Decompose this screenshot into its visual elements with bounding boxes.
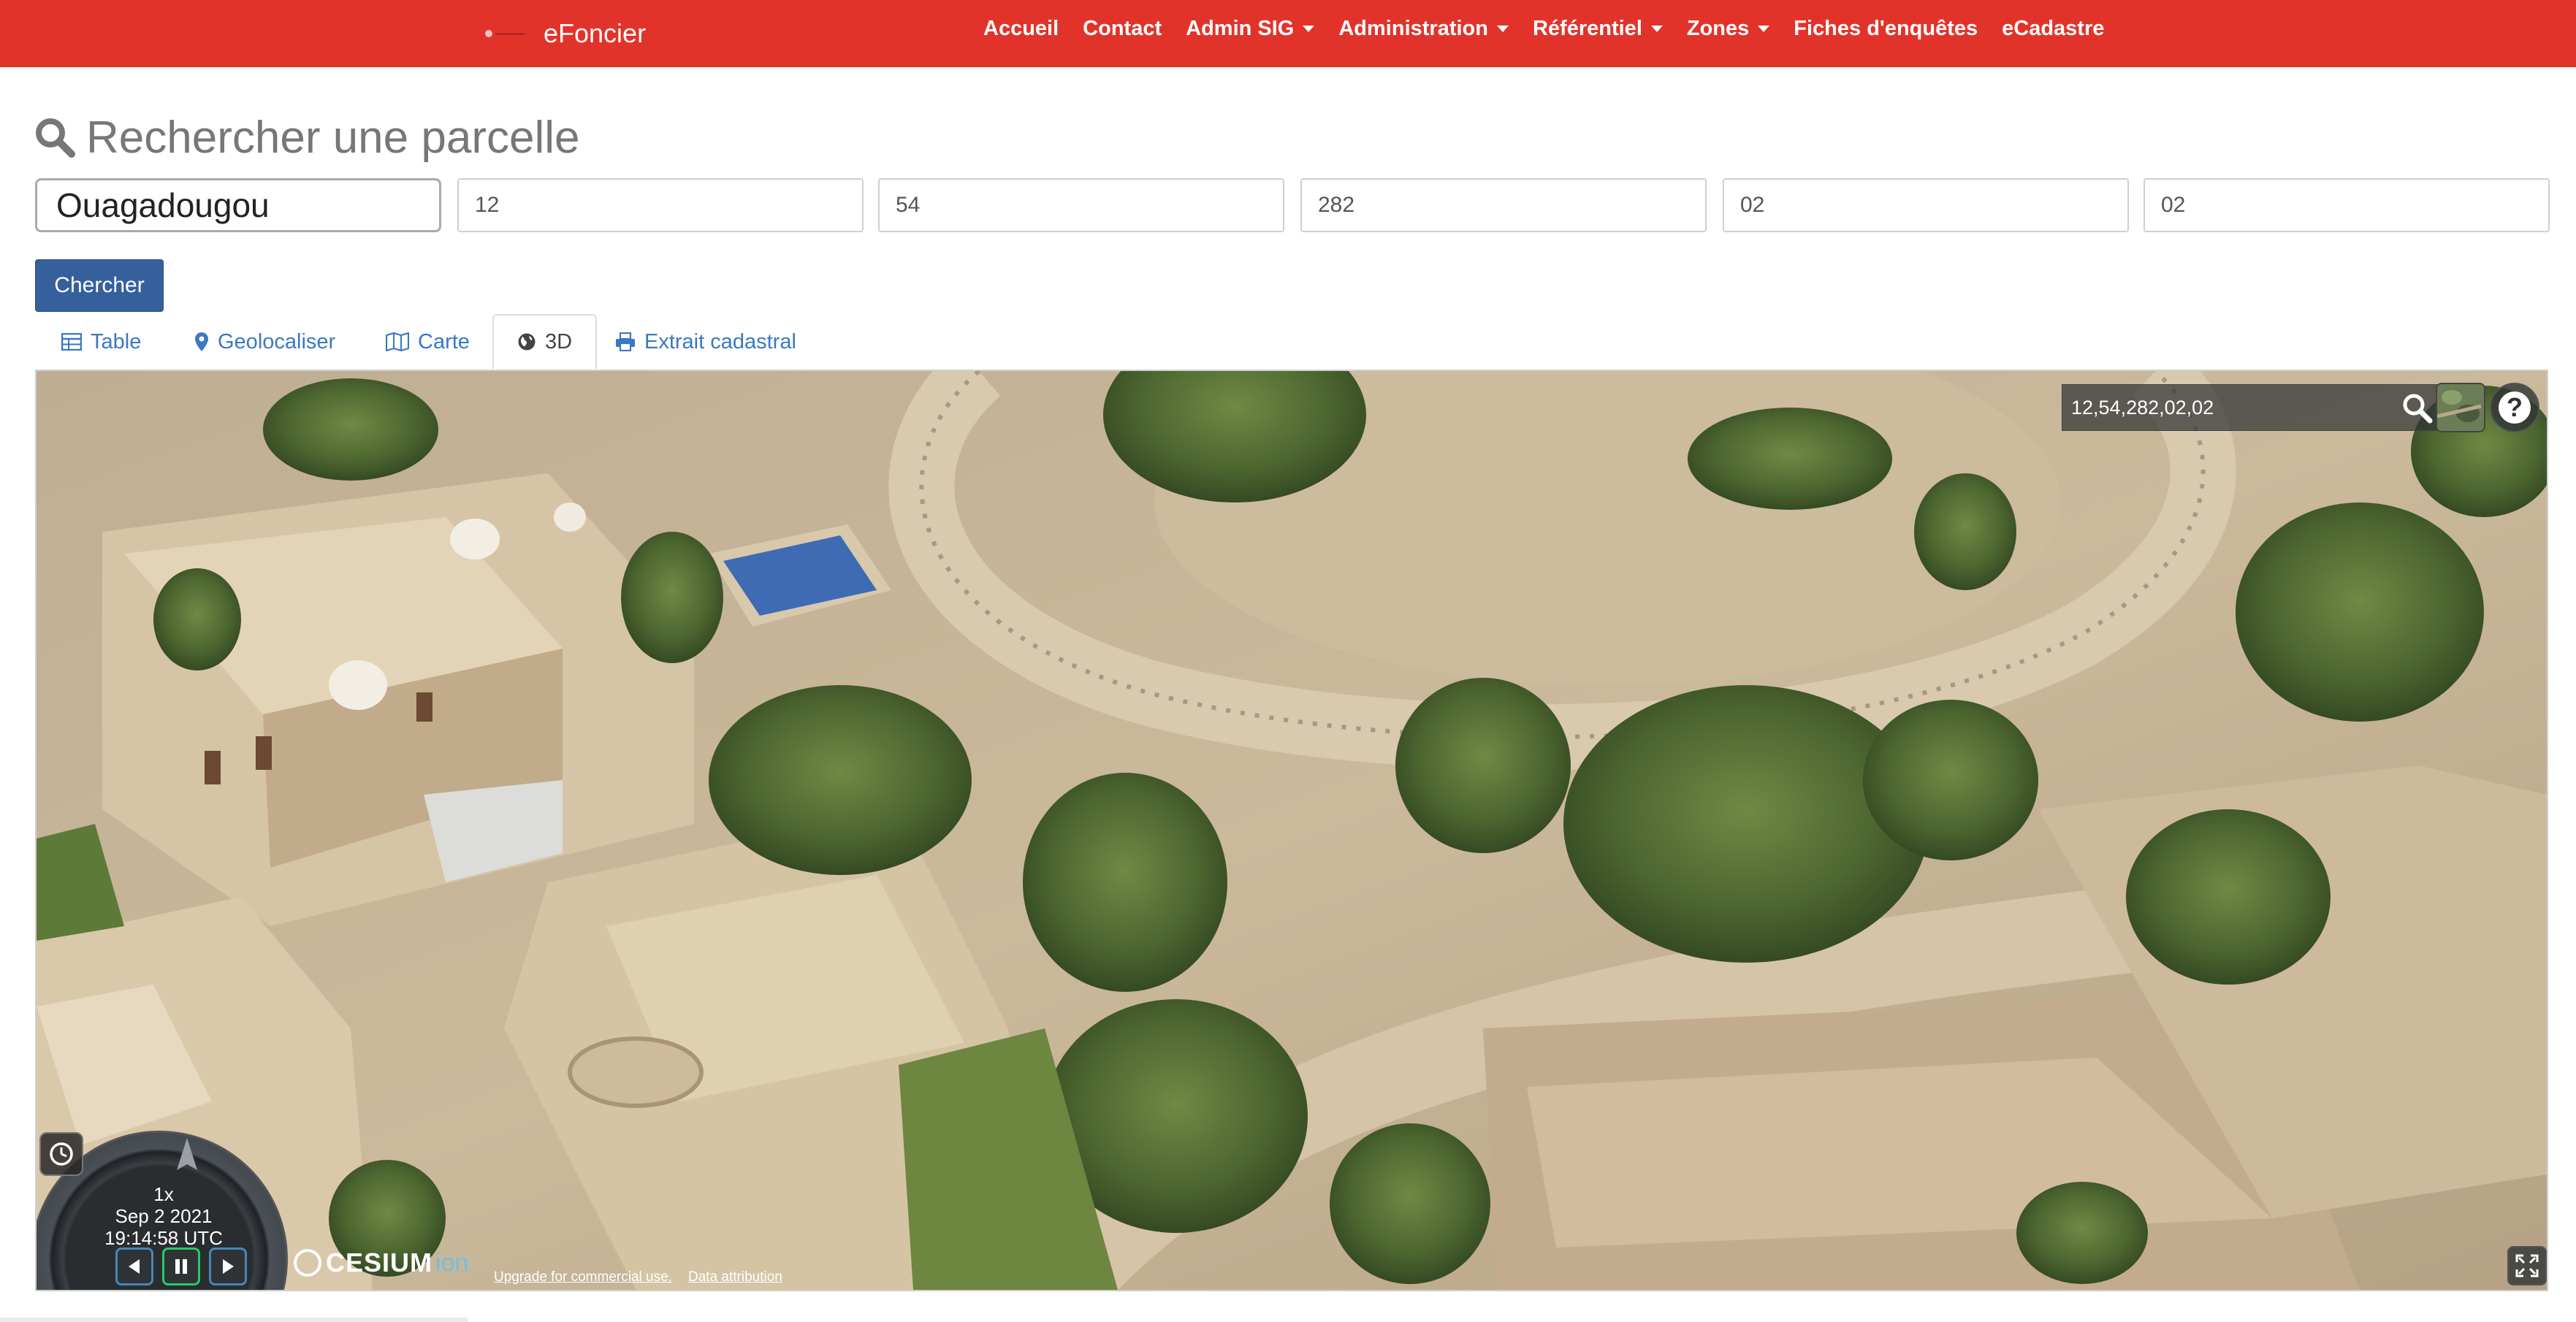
tab-geolocaliser[interactable]: Geolocaliser [194,314,335,370]
brand[interactable]: eFoncier [481,10,646,57]
animation-date: Sep 2 2021 [115,1205,213,1227]
top-navbar: eFoncier Accueil Contact Admin SIG Admin… [0,0,2576,67]
shuttle-ring-needle-icon[interactable] [165,1135,209,1179]
search-button[interactable]: Chercher [35,259,164,312]
cesium-3d-viewer[interactable]: ? 1x Sep 2 2021 19:14:58 UTC CESIUM ion … [35,370,2548,1291]
nav-fiches-enquetes[interactable]: Fiches d'enquêtes [1794,17,1978,41]
tab-table[interactable]: Table [61,314,141,370]
fullscreen-button[interactable] [2507,1246,2547,1285]
footer-divider [0,1318,468,1322]
animation-time: 19:14:58 UTC [104,1227,223,1249]
nav-accueil[interactable]: Accueil [983,17,1059,41]
nav-referentiel-dropdown[interactable]: Référentiel [1533,17,1663,41]
geocoder-search-box [2062,384,2440,431]
cesium-logo-word: CESIUM [326,1248,433,1277]
satellite-layer-icon [2437,384,2482,428]
upgrade-link[interactable]: Upgrade for commercial use. [494,1269,672,1285]
nav-contact[interactable]: Contact [1083,17,1162,41]
nav-zones-dropdown[interactable]: Zones [1687,17,1769,41]
navigation-help-button[interactable]: ? [2490,383,2539,432]
tab-table-label: Table [91,329,142,354]
play-forward-button[interactable] [209,1248,247,1285]
3d-scene[interactable] [37,371,2547,1290]
fullscreen-icon [2515,1254,2539,1277]
tab-geolocaliser-label: Geolocaliser [218,329,336,354]
lot-field[interactable] [878,178,1284,232]
animation-speed: 1x [153,1183,174,1205]
nav-admin-sig-dropdown[interactable]: Admin SIG [1186,17,1314,41]
cesium-logo-ion: ion [435,1248,469,1277]
pause-button[interactable] [162,1248,200,1285]
geocoder-input[interactable] [2062,386,2394,429]
nav-administration-dropdown[interactable]: Administration [1338,17,1509,41]
clock-icon [50,1142,73,1166]
globe-icon [518,333,536,351]
help-icon: ? [2499,391,2531,424]
animation-clock-button[interactable] [39,1132,83,1176]
tab-carte[interactable]: Carte [386,314,470,370]
map-icon [386,332,409,351]
play-forward-icon [223,1259,234,1274]
cesium-ion-logo[interactable]: CESIUM ion [294,1248,468,1278]
base-layer-picker-button[interactable] [2436,383,2485,432]
print-icon [616,332,635,351]
search-icon [36,118,75,158]
city-field[interactable] [35,178,441,232]
pause-icon [175,1259,187,1274]
map-marker-icon [195,332,208,351]
search-heading: Rechercher une parcelle [34,111,580,164]
play-reverse-icon [129,1259,140,1274]
sub-parcel-field[interactable] [1723,178,2129,232]
tab-3d[interactable]: 3D [492,314,598,370]
geocoder-search-button[interactable] [2394,386,2439,429]
parcel-field[interactable] [1300,178,1707,232]
main-nav: Accueil Contact Admin SIG Administration… [983,0,2128,57]
brand-logo-icon [481,26,525,41]
extra-parcel-field[interactable] [2144,178,2550,232]
play-reverse-button[interactable] [115,1248,153,1285]
tab-extrait-label: Extrait cadastral [644,329,796,354]
nav-ecadastre[interactable]: eCadastre [2002,17,2104,41]
result-tabs: Table Geolocaliser Carte 3D Extrait cada… [35,314,2548,370]
cesium-logo-icon [294,1249,321,1277]
section-field[interactable] [457,178,864,232]
data-attribution-link[interactable]: Data attribution [688,1269,782,1285]
brand-name[interactable]: eFoncier [544,18,646,49]
tab-3d-label: 3D [545,329,573,354]
table-icon [61,333,82,351]
page-title: Rechercher une parcelle [86,112,580,163]
search-icon [2403,394,2433,424]
tab-extrait-cadastral[interactable]: Extrait cadastral [615,314,796,370]
tab-carte-label: Carte [418,329,470,354]
